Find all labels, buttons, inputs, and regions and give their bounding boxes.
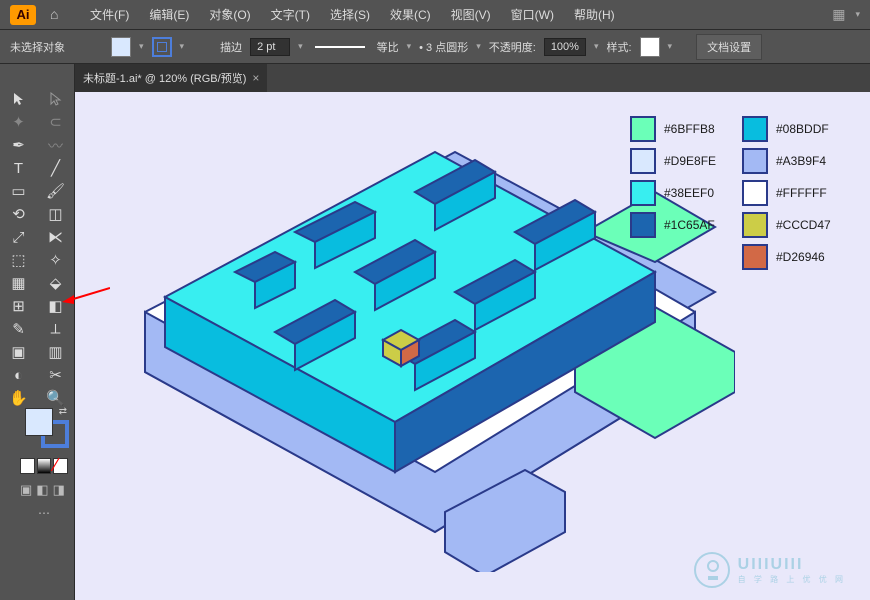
palette-label: #FFFFFF	[776, 186, 846, 200]
style-swatch[interactable]	[640, 37, 660, 57]
artboard-tool[interactable]: ▣	[6, 341, 32, 363]
color-mode-none[interactable]: ⁄	[53, 458, 68, 474]
paintbrush-tool[interactable]: 🖌	[43, 180, 69, 202]
lasso-tool[interactable]: ⊂	[43, 111, 69, 133]
curvature-tool[interactable]: 〰	[43, 134, 69, 156]
palette-swatch	[742, 244, 768, 270]
pen-tool[interactable]: ✒	[6, 134, 32, 156]
stroke-dropdown[interactable]: ▾	[180, 41, 185, 52]
rectangle-tool[interactable]: ▭	[6, 180, 32, 202]
menu-text[interactable]: 文字(T)	[263, 2, 318, 27]
draw-mode-icon[interactable]: ◧	[36, 482, 48, 498]
selection-status: 未选择对象	[10, 39, 65, 55]
width-tool[interactable]: ⧔	[43, 226, 69, 248]
stroke-preview	[315, 46, 365, 48]
menu-effect[interactable]: 效果(C)	[382, 2, 439, 27]
fill-stroke-indicator[interactable]: ⇄ ⁄ ▣ ◧ ◨ ⋯	[10, 400, 68, 520]
profile-dropdown[interactable]: ▾	[476, 41, 481, 52]
stroke-width-input[interactable]: 2 pt	[250, 38, 290, 56]
opacity-input[interactable]: 100%	[544, 38, 586, 56]
palette-swatch	[630, 116, 656, 142]
stroke-width-dropdown[interactable]: ▾	[298, 41, 303, 52]
palette-label: #D9E8FE	[664, 154, 734, 168]
draw-behind-icon[interactable]: ◨	[53, 482, 65, 498]
stroke-label: 描边	[220, 39, 242, 55]
watermark-icon	[694, 552, 730, 588]
perspective-grid-tool[interactable]: ▦	[6, 272, 32, 294]
palette-swatch	[630, 180, 656, 206]
line-tool[interactable]: ╱	[43, 157, 69, 179]
menu-bar: Ai ⌂ 文件(F) 编辑(E) 对象(O) 文字(T) 选择(S) 效果(C)…	[0, 0, 870, 30]
color-palette-legend: #6BFFB8 #08BDDF #D9E8FE #A3B9F4 #38EEF0 …	[630, 116, 846, 270]
palette-label: #38EEF0	[664, 186, 734, 200]
slice-tool[interactable]: ✂	[43, 364, 69, 386]
color-mode-solid[interactable]	[20, 458, 35, 474]
fill-color-box[interactable]	[25, 408, 53, 436]
screen-mode-icon[interactable]: ▣	[20, 482, 32, 498]
eraser-tool[interactable]: ◫	[43, 203, 69, 225]
canvas[interactable]: #6BFFB8 #08BDDF #D9E8FE #A3B9F4 #38EEF0 …	[75, 92, 870, 600]
fill-dropdown[interactable]: ▾	[139, 41, 144, 52]
graph-tool[interactable]: ▥	[43, 341, 69, 363]
control-bar: 未选择对象 ▾ ▾ 描边 2 pt ▾ 等比 ▾ • 3 点圆形 ▾ 不透明度:…	[0, 30, 870, 64]
layout-icon[interactable]: ▦	[826, 6, 851, 23]
scale-dropdown[interactable]: ▾	[407, 41, 412, 52]
palette-swatch	[742, 180, 768, 206]
blend-tool[interactable]: ◐	[6, 364, 32, 386]
palette-swatch	[630, 212, 656, 238]
free-transform-tool[interactable]: ⬚	[6, 249, 32, 271]
menu-object[interactable]: 对象(O)	[201, 2, 258, 27]
mesh-tool[interactable]: ⊞	[6, 295, 32, 317]
selection-tool[interactable]	[6, 88, 32, 110]
menu-edit[interactable]: 编辑(E)	[141, 2, 197, 27]
palette-label: #1C65AF	[664, 218, 734, 232]
palette-label: #D26946	[776, 250, 846, 264]
stroke-swatch[interactable]	[152, 37, 172, 57]
scale-label: 等比	[377, 39, 399, 55]
tab-bar: 未标题-1.ai* @ 120% (RGB/预览) ×	[75, 64, 870, 92]
palette-label: #A3B9F4	[776, 154, 846, 168]
watermark: UIIIUIII 自 学 路 上 优 优 网	[694, 552, 846, 588]
opacity-label: 不透明度:	[489, 39, 536, 55]
menu-help[interactable]: 帮助(H)	[566, 2, 623, 27]
app-logo: Ai	[10, 5, 36, 25]
palette-label: #08BDDF	[776, 122, 846, 136]
scale-tool[interactable]: ⤢	[6, 226, 32, 248]
watermark-brand: UIIIUIII	[738, 556, 846, 574]
menu-file[interactable]: 文件(F)	[82, 2, 137, 27]
menu-window[interactable]: 窗口(W)	[503, 2, 562, 27]
document-tab[interactable]: 未标题-1.ai* @ 120% (RGB/预览) ×	[75, 64, 267, 92]
edit-toolbar-icon[interactable]: ⋯	[38, 506, 68, 520]
layout-dropdown[interactable]: ▾	[855, 9, 860, 20]
palette-swatch	[742, 148, 768, 174]
menu-select[interactable]: 选择(S)	[322, 2, 378, 27]
close-icon[interactable]: ×	[252, 71, 259, 85]
doc-setup-button[interactable]: 文档设置	[696, 34, 762, 60]
direct-selection-tool[interactable]	[43, 88, 69, 110]
palette-swatch	[742, 116, 768, 142]
measure-tool[interactable]: ⟂	[43, 318, 69, 340]
profile-preview[interactable]: • 3 点圆形	[419, 39, 468, 55]
style-dropdown[interactable]: ▾	[668, 41, 673, 52]
rotate-tool[interactable]: ⟲	[6, 203, 32, 225]
eyedropper-tool[interactable]: ✎	[6, 318, 32, 340]
color-mode-row: ⁄	[20, 458, 68, 474]
watermark-tagline: 自 学 路 上 优 优 网	[738, 574, 846, 585]
swap-colors-icon[interactable]: ⇄	[59, 406, 67, 417]
palette-swatch	[630, 148, 656, 174]
style-label: 样式:	[606, 39, 631, 55]
palette-swatch	[742, 212, 768, 238]
magic-wand-tool[interactable]: ✦	[6, 111, 32, 133]
annotation-arrow	[62, 286, 110, 309]
palette-label: #6BFFB8	[664, 122, 734, 136]
fill-swatch[interactable]	[111, 37, 131, 57]
home-icon[interactable]: ⌂	[50, 6, 68, 24]
menu-view[interactable]: 视图(V)	[443, 2, 499, 27]
puppet-tool[interactable]: ✧	[43, 249, 69, 271]
color-mode-gradient[interactable]	[37, 458, 52, 474]
palette-label: #CCCD47	[776, 218, 846, 232]
tab-title: 未标题-1.ai* @ 120% (RGB/预览)	[83, 70, 246, 86]
opacity-dropdown[interactable]: ▾	[594, 41, 599, 52]
type-tool[interactable]: T	[6, 157, 32, 179]
